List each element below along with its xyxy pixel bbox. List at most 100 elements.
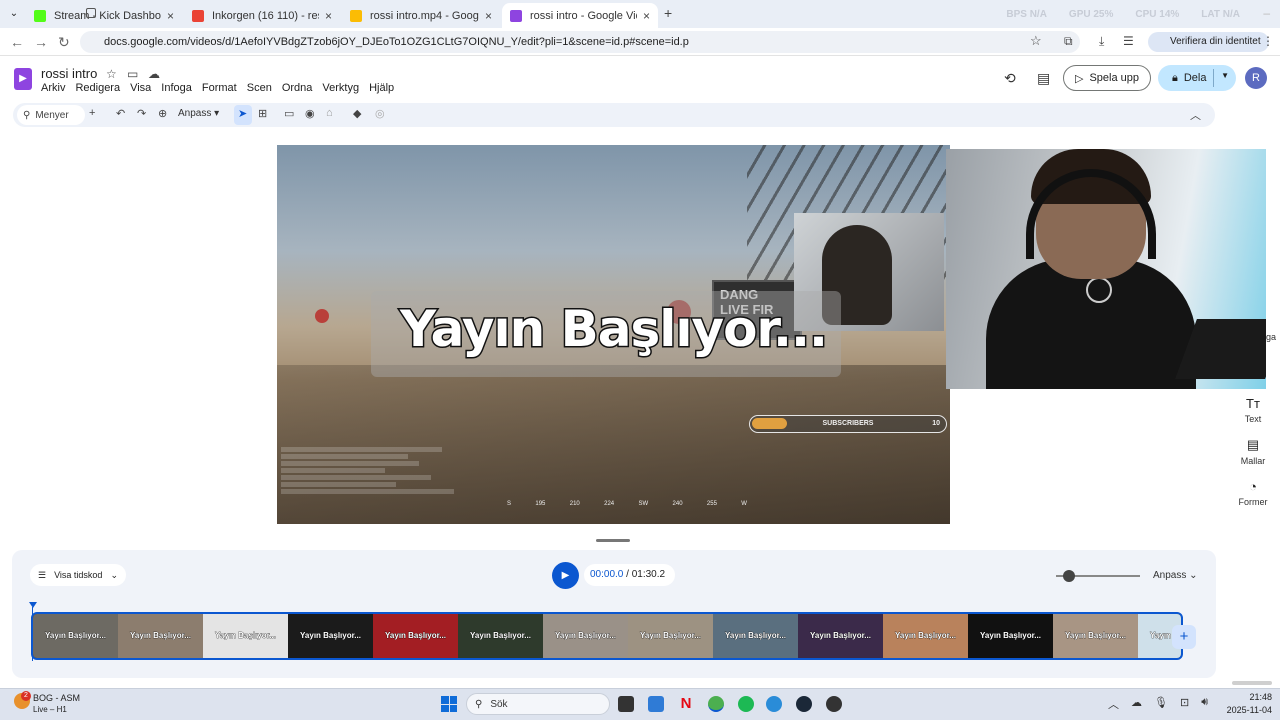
back-arrow-icon[interactable]: ← (10, 34, 24, 50)
spotify-icon[interactable] (738, 696, 754, 712)
timeline-clip[interactable]: Yayın Başlıyor... (713, 614, 798, 658)
share-button[interactable]: 🔒︎ Dela ▼ (1158, 65, 1236, 91)
palette-icon[interactable]: ◉ (305, 107, 315, 120)
volume-icon[interactable]: 🔊︎ (1201, 696, 1208, 712)
tab-kick-dashboard[interactable]: Stream - Kick Dashboard × (26, 3, 182, 28)
timeline-clip[interactable]: Yayın Başlıyor... (458, 614, 543, 658)
steam-icon[interactable] (796, 696, 812, 712)
menu-item-arkiv[interactable]: Arkiv (41, 82, 65, 94)
timeline-clip[interactable]: Yayın Başlıyor... (288, 614, 373, 658)
version-history-icon[interactable]: ⟲ (1004, 70, 1016, 87)
timeline-clip[interactable]: Yayın Başlıyor... (118, 614, 203, 658)
bookmark-star-icon[interactable]: ☆ (1030, 33, 1042, 49)
redo-icon[interactable]: ↷ (137, 107, 146, 120)
playhead-marker[interactable] (29, 602, 37, 608)
timeline-zoom-dropdown[interactable]: Anpass ⌄ (1153, 570, 1198, 581)
network-icon[interactable]: ⊡ (1180, 696, 1189, 712)
timeline-zoom-thumb[interactable] (1063, 570, 1075, 582)
news-widget-title[interactable]: BOG - ASM (33, 693, 80, 703)
undo-icon[interactable]: ↶ (116, 107, 125, 120)
comments-icon[interactable]: ▤ (1037, 70, 1050, 87)
timeline-clip[interactable]: Yayın Başlıyor... (373, 614, 458, 658)
browser-menu-icon[interactable]: ⋮ (1262, 34, 1274, 48)
avatar[interactable]: R (1245, 67, 1267, 89)
border-color-icon[interactable]: ◎ (375, 107, 385, 120)
windows-start-icon[interactable] (441, 696, 457, 712)
timeline-clip[interactable]: Yayın Başlıyor... (628, 614, 713, 658)
add-icon[interactable]: + (89, 107, 95, 119)
extensions-icon[interactable]: ⧉ (1064, 34, 1073, 49)
side-tool-templates[interactable]: ▤ Mallar (1226, 437, 1280, 466)
window-minimize-icon[interactable]: – (1263, 6, 1270, 20)
menu-item-infoga[interactable]: Infoga (161, 82, 192, 94)
fill-color-icon[interactable]: ◆ (353, 107, 361, 120)
tab-close-icon[interactable]: × (325, 9, 332, 23)
new-tab-button[interactable]: + (664, 5, 672, 21)
play-button[interactable]: ▷ Spela upp (1063, 65, 1151, 91)
menu-search-input[interactable]: ⚲ Menyer (17, 105, 85, 125)
taskbar-date[interactable]: 2025-11-04 (1210, 705, 1272, 715)
zoom-dropdown[interactable]: Anpass ▾ (178, 108, 219, 119)
timeline-clip[interactable]: Yayın Başlıyor... (203, 614, 288, 658)
timeline-clip[interactable]: Yayın Başlıyor... (1053, 614, 1138, 658)
scene-title-text[interactable]: Yayın Başlıyor... (277, 299, 950, 360)
collapse-toolbar-icon[interactable]: ︿ (1190, 107, 1201, 123)
onedrive-icon[interactable]: ☁ (1131, 696, 1142, 712)
video-scene-frame[interactable]: DANG LIVE FIR Yayın Başlıyor... SUBSCRIB… (277, 145, 950, 524)
reload-icon[interactable]: ↻ (58, 34, 70, 51)
paint-format-icon[interactable]: ⌂ (326, 107, 333, 119)
menu-item-scen[interactable]: Scen (247, 82, 272, 94)
reading-list-icon[interactable]: ☰ (1123, 34, 1134, 48)
obs-icon[interactable] (826, 696, 842, 712)
timeline-clip[interactable]: Yayın Başlıyor... (33, 614, 118, 658)
tab-gmail-inbox[interactable]: Inkorgen (16 110) - resuldirmik × (184, 3, 340, 28)
news-widget-subtitle[interactable]: Live – H1 (33, 705, 67, 714)
side-tool-shapes[interactable]: ◔ Former (1226, 479, 1280, 507)
select-pointer-icon[interactable]: ➤ (238, 107, 247, 120)
site-info-icon[interactable] (86, 8, 96, 18)
store-icon[interactable] (648, 696, 664, 712)
tab-search-chevron-icon[interactable]: ⌄ (6, 6, 22, 22)
webcam-overlay[interactable] (946, 149, 1266, 389)
timeline-clip[interactable]: Yayın Başlıyor... (798, 614, 883, 658)
timeline-clip[interactable]: Yayın Başlıyor... (543, 614, 628, 658)
timeline-clip[interactable]: Yayın Başlıyor... (883, 614, 968, 658)
document-title[interactable]: rossi intro (41, 66, 97, 81)
menu-item-ordna[interactable]: Ordna (282, 82, 313, 94)
timeline-clip[interactable]: Yayın Başlıyor... (968, 614, 1053, 658)
taskbar-search[interactable]: ⚲ Sök (466, 693, 610, 715)
image-icon[interactable]: ▭ (284, 107, 294, 120)
move-folder-icon[interactable]: ▭ (127, 67, 138, 81)
microphone-icon[interactable]: 🎙︎ (1154, 696, 1168, 712)
downloads-icon[interactable]: ⤓ (1099, 34, 1104, 49)
zoom-icon[interactable]: ⊕ (158, 107, 167, 120)
url-field[interactable]: docs.google.com/videos/d/1AefoIYVBdgZTzo… (80, 31, 1080, 53)
tab-close-icon[interactable]: × (643, 9, 650, 23)
resize-handle[interactable] (596, 539, 630, 542)
tab-google-vids[interactable]: rossi intro - Google Vids × (502, 3, 658, 28)
edge-icon[interactable] (766, 696, 782, 712)
timeline-play-button[interactable]: ▶ (552, 562, 579, 589)
menu-item-verktyg[interactable]: Verktyg (322, 82, 359, 94)
add-scene-button[interactable]: + (1172, 625, 1196, 649)
show-timecode-toggle[interactable]: ☰ Visa tidskod ⌄ (30, 564, 126, 586)
share-dropdown-icon[interactable]: ▼ (1221, 71, 1229, 80)
menu-item-hjalp[interactable]: Hjälp (369, 82, 394, 94)
verify-identity-button[interactable]: Verifiera din identitet (1148, 32, 1269, 52)
menu-item-redigera[interactable]: Redigera (75, 82, 120, 94)
task-view-icon[interactable] (618, 696, 634, 712)
forward-arrow-icon[interactable]: → (34, 34, 48, 50)
horizontal-scrollbar[interactable] (1232, 681, 1272, 685)
tab-close-icon[interactable]: × (167, 9, 174, 23)
taskbar-time[interactable]: 21:48 (1222, 692, 1272, 702)
tab-google-drive[interactable]: rossi intro.mp4 - Google Drive × (342, 3, 500, 28)
menu-item-format[interactable]: Format (202, 82, 237, 94)
tab-close-icon[interactable]: × (485, 9, 492, 23)
clip-strip[interactable]: Yayın Başlıyor... Yayın Başlıyor... Yayın … (31, 612, 1183, 660)
side-tool-text[interactable]: Tт Text (1226, 396, 1280, 424)
text-box-icon[interactable]: ⊞ (258, 107, 267, 120)
netflix-icon[interactable]: N (678, 696, 694, 712)
chrome-icon[interactable] (708, 696, 724, 712)
star-icon[interactable]: ☆ (106, 67, 117, 81)
tray-overflow-icon[interactable]: ︿ (1108, 696, 1119, 712)
